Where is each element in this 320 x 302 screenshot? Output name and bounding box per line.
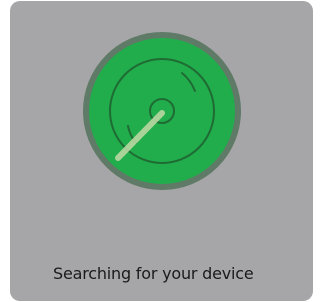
status-text: Searching for your device (53, 264, 254, 283)
search-panel: Searching for your device (10, 1, 313, 301)
radar-scan-icon (83, 32, 241, 190)
